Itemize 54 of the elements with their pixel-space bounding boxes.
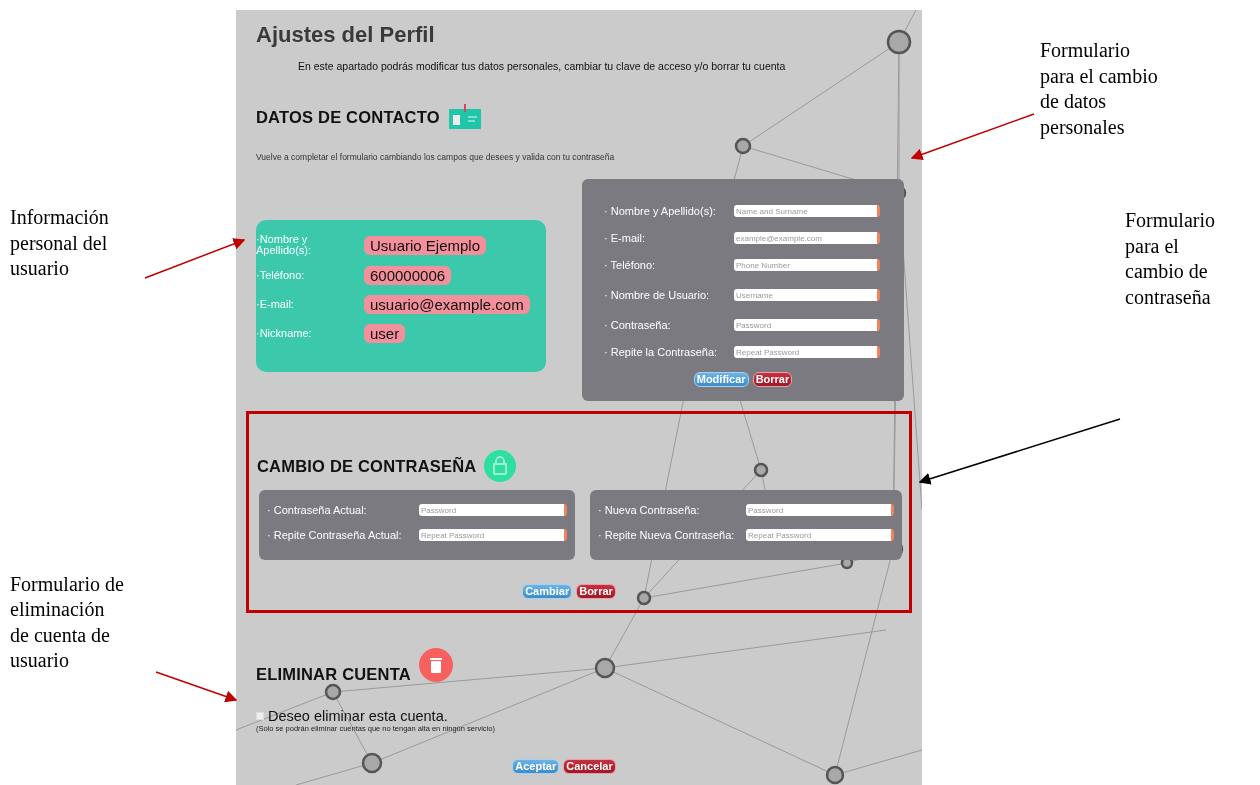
cancel-button[interactable]: Cancelar [563, 759, 616, 774]
network-node [734, 137, 752, 155]
network-node [825, 765, 845, 785]
input-field[interactable]: Name and Surname [734, 205, 880, 217]
intro-text: En este apartado podrás modificar tus datos personales, cambiar tu clave de acceso y/o borrar tu cuenta [298, 60, 786, 72]
field-label: · Nombre y Apellido(s): [604, 205, 716, 217]
field-label: · Nueva Contraseña: [598, 504, 700, 516]
profile-value: usuario@example.com [364, 295, 530, 314]
section-heading: DATOS DE CONTACTO [256, 107, 440, 127]
hint-text: Vuelve a completar el formulario cambiando los campos que desees y valida con tu contraseña [256, 152, 615, 162]
network-node [324, 683, 342, 701]
input-field[interactable]: Password [419, 504, 567, 516]
input-field[interactable]: Repeat Password [419, 529, 567, 541]
input-field[interactable]: Repeat Password [734, 346, 880, 358]
input-field[interactable]: Password [746, 504, 894, 516]
field-label: · Contraseña: [604, 319, 671, 331]
page-title: Ajustes del Perfil [256, 22, 435, 48]
field-label: · Contraseña Actual: [267, 504, 367, 516]
input-field[interactable]: Phone Number [734, 259, 880, 271]
profile-label: ·Nombre y Apellido(s): [256, 234, 313, 256]
network-node [594, 657, 616, 679]
input-field[interactable]: Repeat Password [746, 529, 894, 541]
id-card-icon [447, 104, 482, 130]
network-node [886, 29, 912, 55]
lock-icon [484, 450, 517, 482]
profile-label: ·E-mail: [256, 299, 294, 310]
annotation-text: Formulario de eliminación de cuenta de usuario [10, 571, 124, 673]
network-node [753, 462, 769, 478]
field-label: · Repite Contraseña Actual: [267, 529, 402, 541]
checkbox-label: Deseo eliminar esta cuenta. [268, 708, 448, 724]
network-node [361, 752, 383, 774]
profile-label: ·Teléfono: [256, 270, 305, 281]
annotation-text: Formulario para el cambio de contraseña [1125, 208, 1215, 310]
input-field[interactable]: Password [734, 319, 880, 331]
input-field[interactable]: example@example.com [734, 232, 880, 244]
profile-value: user [364, 324, 406, 343]
cancel-button[interactable]: Borrar [752, 372, 793, 387]
profile-value: 600000006 [364, 266, 452, 285]
annotation-text: Formulario para el cambio de datos personales [1040, 38, 1158, 140]
field-label: · Repite la Contraseña: [604, 346, 718, 358]
section-heading: CAMBIO DE CONTRASEÑA [257, 456, 477, 476]
cancel-button[interactable]: Borrar [576, 584, 616, 599]
field-label: · E-mail: [604, 232, 645, 244]
profile-label: ·Nickname: [256, 328, 312, 339]
trash-icon [418, 647, 453, 682]
network-node [636, 590, 652, 606]
annotation-text: Información personal del usuario [10, 205, 109, 281]
section-heading: ELIMINAR CUENTA [256, 665, 411, 684]
checkbox[interactable] [256, 712, 264, 720]
field-label: · Nombre de Usuario: [604, 289, 710, 301]
field-label: · Repite Nueva Contraseña: [598, 529, 735, 541]
field-label: · Teléfono: [604, 259, 656, 271]
profile-value: Usuario Ejemplo [364, 235, 487, 255]
input-field[interactable]: Username [734, 289, 880, 301]
